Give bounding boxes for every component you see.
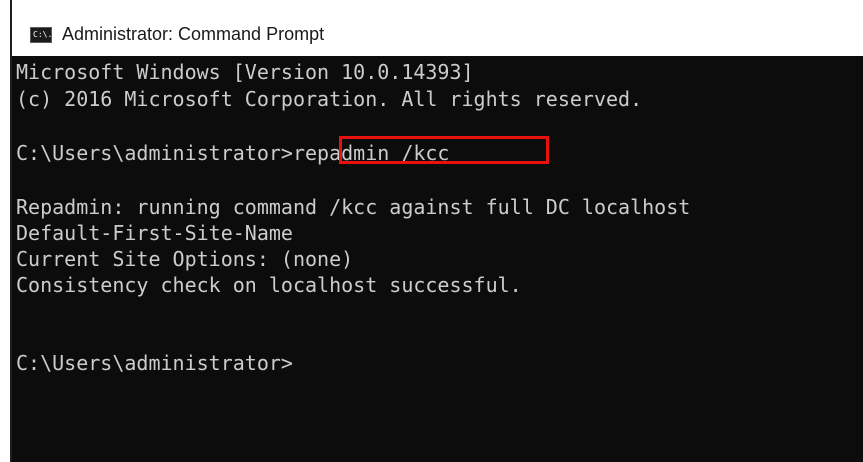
window-title: Administrator: Command Prompt bbox=[62, 24, 325, 44]
console-app-icon: C:\. bbox=[30, 27, 52, 43]
command-prompt-window: C:\. Administrator: Command Prompt Micro… bbox=[0, 0, 863, 462]
console-line: (c) 2016 Microsoft Corporation. All righ… bbox=[16, 87, 643, 111]
console-command-line: C:\Users\administrator>repadmin /kcc bbox=[16, 141, 450, 165]
console-line: Current Site Options: (none) bbox=[16, 247, 354, 271]
console-output[interactable]: Microsoft Windows [Version 10.0.14393] (… bbox=[12, 56, 863, 462]
console-line: Default-First-Site-Name bbox=[16, 221, 293, 245]
console-line: Repadmin: running command /kcc against f… bbox=[16, 195, 691, 219]
console-prompt-line[interactable]: C:\Users\administrator> bbox=[16, 350, 293, 376]
title-bar[interactable]: C:\. Administrator: Command Prompt bbox=[12, 0, 863, 56]
console-line: Microsoft Windows [Version 10.0.14393] bbox=[16, 60, 474, 84]
console-line: Consistency check on localhost successfu… bbox=[16, 273, 522, 297]
